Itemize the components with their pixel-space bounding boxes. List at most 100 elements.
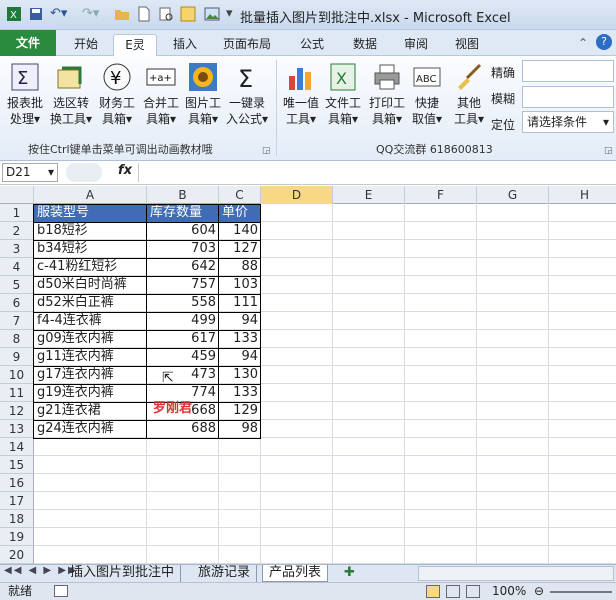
table-cell[interactable]: 757 (147, 276, 219, 294)
table-cell[interactable]: f4-4连衣裤 (34, 312, 147, 330)
table-cell[interactable]: 140 (219, 222, 261, 240)
column-header[interactable]: B (147, 186, 219, 204)
table-cell[interactable]: 558 (147, 294, 219, 312)
other-tools-button[interactable]: 其他 工具▾ (444, 62, 494, 127)
table-cell[interactable]: 459 (147, 348, 219, 366)
table-cell[interactable]: 129 (219, 402, 261, 420)
tab-file[interactable]: 文件 (0, 30, 56, 56)
file-tools-button[interactable]: X 文件工 具箱▾ (318, 62, 368, 127)
minimize-ribbon-icon[interactable]: ⌃ (578, 36, 588, 50)
fuzzy-button[interactable]: 模糊 (491, 90, 515, 107)
open-folder-icon[interactable] (114, 6, 130, 26)
condition-input-1[interactable] (522, 60, 614, 82)
table-cell[interactable]: g24连衣内裤 (34, 420, 147, 438)
sheet-tab[interactable]: 插入图片到批注中 (64, 565, 182, 582)
table-cell[interactable]: 130 (219, 366, 261, 384)
table-cell[interactable]: d50米白时尚裤 (34, 276, 147, 294)
zoom-slider[interactable] (550, 591, 612, 593)
sheet-tab[interactable]: 旅游记录 (192, 565, 258, 582)
table-cell[interactable]: 604 (147, 222, 219, 240)
table-cell[interactable]: g11连衣内裤 (34, 348, 147, 366)
page-break-view-icon[interactable] (466, 585, 480, 598)
print-preview-icon[interactable] (158, 6, 174, 26)
dialog-launcher-icon[interactable]: ◲ (604, 146, 613, 156)
tab-insert[interactable]: 插入 (166, 34, 204, 56)
table-cell[interactable]: 499 (147, 312, 219, 330)
save-icon[interactable] (28, 6, 44, 26)
table-header-cell[interactable]: 单价 (219, 204, 261, 222)
zoom-out-icon[interactable]: ⊖ (534, 583, 544, 600)
worksheet-grid[interactable]: A B C D E F G H 1 2 3 4 5 6 7 8 9 10 11 12 13 14 15 16 1… (0, 186, 616, 564)
normal-view-icon[interactable] (426, 585, 440, 598)
column-header[interactable]: C (219, 186, 261, 204)
exact-button[interactable]: 精确 (491, 64, 515, 81)
table-cell[interactable]: 94 (219, 348, 261, 366)
picture-icon[interactable] (204, 6, 220, 26)
insert-function-icon[interactable]: fx (118, 163, 132, 178)
table-cell[interactable]: 617 (147, 330, 219, 348)
tab-review[interactable]: 审阅 (397, 34, 435, 56)
column-header[interactable]: H (549, 186, 616, 204)
table-cell[interactable]: g21连衣裙 (34, 402, 147, 420)
row-header[interactable]: 11 (0, 384, 34, 402)
row-header[interactable]: 18 (0, 510, 34, 528)
locate-button[interactable]: 定位 (491, 116, 515, 133)
row-header[interactable]: 10 (0, 366, 34, 384)
range-convert-button[interactable]: 选区转 换工具▾ (46, 62, 96, 127)
table-cell[interactable]: b34短衫 (34, 240, 147, 258)
row-header[interactable]: 3 (0, 240, 34, 258)
row-header[interactable]: 15 (0, 456, 34, 474)
picture-tools-button[interactable]: 图片工 具箱▾ (178, 62, 228, 127)
formula-input[interactable] (138, 163, 614, 182)
table-header-cell[interactable]: 服装型号 (34, 204, 147, 222)
page-layout-view-icon[interactable] (446, 585, 460, 598)
row-header[interactable]: 14 (0, 438, 34, 456)
condition-select[interactable]: 请选择条件 ▾ (522, 111, 614, 133)
table-cell[interactable]: 703 (147, 240, 219, 258)
row-header[interactable]: 8 (0, 330, 34, 348)
tab-eling[interactable]: E灵 (113, 34, 157, 56)
tab-view[interactable]: 视图 (448, 34, 486, 56)
row-header[interactable]: 16 (0, 474, 34, 492)
insert-sheet-icon[interactable]: ✚ (338, 565, 361, 582)
column-header[interactable]: A (34, 186, 147, 204)
table-cell[interactable]: 103 (219, 276, 261, 294)
row-header[interactable]: 4 (0, 258, 34, 276)
horizontal-scrollbar[interactable] (418, 566, 614, 581)
dialog-launcher-icon[interactable]: ◲ (262, 146, 271, 156)
row-header[interactable]: 12 (0, 402, 34, 420)
tab-home[interactable]: 开始 (66, 34, 106, 56)
table-header-cell[interactable]: 库存数量 (147, 204, 219, 222)
select-all-corner[interactable] (0, 186, 34, 204)
row-header[interactable]: 20 (0, 546, 34, 564)
table-cell[interactable]: 94 (219, 312, 261, 330)
new-file-icon[interactable] (136, 6, 152, 26)
column-header[interactable]: F (405, 186, 477, 204)
help-icon[interactable]: ? (596, 34, 612, 50)
table-cell[interactable]: g17连衣内裤 (34, 366, 147, 384)
table-cell[interactable]: 642 (147, 258, 219, 276)
tab-data[interactable]: 数据 (346, 34, 384, 56)
table-cell[interactable]: 98 (219, 420, 261, 438)
table-cell[interactable]: 133 (219, 384, 261, 402)
table-cell[interactable]: 111 (219, 294, 261, 312)
table-cell[interactable]: 127 (219, 240, 261, 258)
zoom-level[interactable]: 100% (492, 583, 526, 600)
finance-tools-button[interactable]: ¥ 财务工 具箱▾ (92, 62, 142, 127)
row-header[interactable]: 7 (0, 312, 34, 330)
column-header-selected[interactable]: D (261, 186, 333, 204)
table-cell[interactable]: d52米白正裤 (34, 294, 147, 312)
row-header[interactable]: 17 (0, 492, 34, 510)
row-header[interactable]: 5 (0, 276, 34, 294)
undo-icon[interactable]: ↶▾ (50, 6, 67, 21)
macro-record-icon[interactable] (54, 585, 68, 597)
row-header[interactable]: 1 (0, 204, 34, 222)
row-header[interactable]: 13 (0, 420, 34, 438)
column-header[interactable]: G (477, 186, 549, 204)
row-header[interactable]: 19 (0, 528, 34, 546)
column-header[interactable]: E (333, 186, 405, 204)
report-batch-button[interactable]: Σ 报表批 处理▾ (0, 62, 50, 127)
table-cell[interactable]: 473 (147, 366, 219, 384)
condition-input-2[interactable] (522, 86, 614, 108)
row-header[interactable]: 6 (0, 294, 34, 312)
